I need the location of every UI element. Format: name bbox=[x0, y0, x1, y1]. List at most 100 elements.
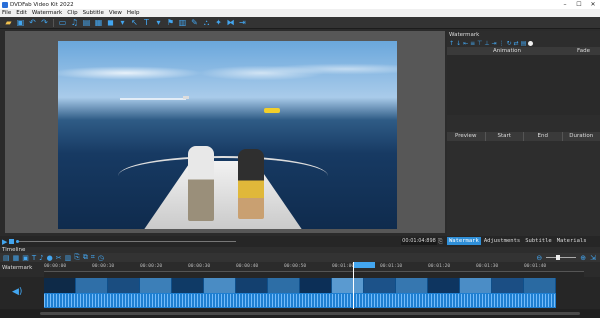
tab-watermark[interactable]: Watermark bbox=[447, 237, 481, 245]
column-animation: Animation bbox=[492, 48, 522, 54]
column-duration: Duration bbox=[561, 132, 600, 141]
menu-edit[interactable]: Edit bbox=[16, 10, 27, 16]
cursor-icon[interactable]: ↖ bbox=[130, 18, 139, 27]
tab-subtitle[interactable]: Subtitle bbox=[523, 237, 554, 245]
zoom-out-icon[interactable]: ⊖ bbox=[536, 254, 542, 262]
list-icon[interactable]: ▤ bbox=[3, 254, 10, 262]
app-logo-icon bbox=[2, 1, 8, 8]
seek-handle[interactable] bbox=[16, 240, 19, 243]
maximize-button[interactable]: ☐ bbox=[572, 0, 586, 9]
watermark-panel: Watermark ↑ ↓ ⇤ ≡ ⊤ ⊥ ⇥ ⋮ ↻ ⇄ ▤ Animatio… bbox=[447, 31, 600, 236]
menu-clip[interactable]: Clip bbox=[67, 10, 77, 16]
time-ruler[interactable]: 00:00:00 00:00:10 00:00:20 00:00:30 00:0… bbox=[44, 262, 584, 272]
playhead-line[interactable] bbox=[353, 262, 354, 310]
title-bar: DVDFab Video Kit 2022 – ☐ ✕ bbox=[0, 0, 600, 9]
image-icon[interactable]: ▣ bbox=[22, 254, 29, 262]
menu-watermark[interactable]: Watermark bbox=[32, 10, 62, 16]
align-left-icon[interactable]: ⇤ bbox=[463, 40, 468, 47]
video-frame[interactable] bbox=[58, 41, 397, 229]
menu-view[interactable]: View bbox=[109, 10, 122, 16]
video-clip[interactable] bbox=[44, 278, 556, 308]
distant-boat bbox=[183, 96, 189, 99]
add-video-icon[interactable]: ▭ bbox=[58, 18, 67, 27]
layer-icon[interactable]: ▤ bbox=[521, 40, 527, 47]
add-image-icon[interactable]: ▤ bbox=[82, 18, 91, 27]
menu-help[interactable]: Help bbox=[127, 10, 140, 16]
dropdown-arrow-icon-2[interactable]: ▾ bbox=[154, 18, 163, 27]
audio-icon[interactable]: ♪ bbox=[39, 254, 43, 262]
film-icon[interactable]: ▦ bbox=[13, 254, 20, 262]
menu-file[interactable]: File bbox=[2, 10, 11, 16]
add-music-icon[interactable]: ♫ bbox=[70, 18, 79, 27]
align-top-icon[interactable]: ⊤ bbox=[477, 40, 482, 47]
zoom-handle[interactable] bbox=[556, 255, 561, 260]
move-down-icon[interactable]: ↓ bbox=[456, 40, 461, 47]
tag-icon[interactable]: ⚑ bbox=[166, 18, 175, 27]
tick-label: 00:01:00 bbox=[332, 264, 355, 269]
column-start: Start bbox=[484, 132, 524, 141]
rotate-icon[interactable]: ↻ bbox=[507, 40, 512, 47]
save-icon[interactable]: ▣ bbox=[16, 18, 25, 27]
minimize-button[interactable]: – bbox=[558, 0, 572, 9]
color-picker-icon[interactable] bbox=[528, 40, 534, 46]
speed-icon[interactable]: ◷ bbox=[98, 254, 104, 262]
column-end: End bbox=[523, 132, 562, 141]
close-button[interactable]: ✕ bbox=[586, 0, 600, 9]
tick-label: 00:01:10 bbox=[380, 264, 403, 269]
tab-materials[interactable]: Materials bbox=[555, 237, 589, 245]
shapes-icon[interactable]: ⛬ bbox=[202, 18, 211, 27]
column-fade: Fade bbox=[577, 48, 590, 54]
scrollbar-thumb[interactable] bbox=[40, 312, 580, 315]
timeline-scrollbar[interactable] bbox=[0, 309, 600, 318]
timecode-display: 00:01:04:898 bbox=[401, 238, 437, 245]
animation-header: Animation Fade bbox=[447, 47, 600, 55]
text-tool-icon[interactable]: T bbox=[142, 18, 151, 27]
pen-icon[interactable]: ✎ bbox=[190, 18, 199, 27]
undo-icon[interactable]: ↶ bbox=[28, 18, 37, 27]
copy-icon[interactable]: ⎘ bbox=[74, 253, 80, 262]
crop-icon[interactable]: ⌗ bbox=[91, 253, 95, 262]
audio-waveform bbox=[44, 294, 556, 307]
tick-label: 00:00:20 bbox=[140, 264, 163, 269]
zoom-slider[interactable] bbox=[546, 255, 577, 260]
split-icon[interactable]: ⧉ bbox=[83, 253, 88, 262]
move-up-icon[interactable]: ↑ bbox=[449, 40, 454, 47]
panel-title: Watermark bbox=[449, 32, 480, 38]
animation-list[interactable] bbox=[447, 55, 600, 115]
effects-icon[interactable]: ✦ bbox=[214, 18, 223, 27]
export-icon[interactable]: ⇥ bbox=[238, 18, 247, 27]
mic-icon[interactable]: ● bbox=[47, 254, 53, 262]
menu-subtitle[interactable]: Subtitle bbox=[83, 10, 104, 16]
play-icon[interactable]: ▶ bbox=[2, 238, 7, 246]
transition-icon[interactable]: ⧓ bbox=[226, 18, 235, 27]
drone bbox=[264, 108, 280, 113]
stop-icon[interactable] bbox=[9, 239, 15, 244]
flip-icon[interactable]: ⇄ bbox=[514, 40, 519, 47]
tick-label: 00:00:10 bbox=[92, 264, 115, 269]
redo-icon[interactable]: ↷ bbox=[40, 18, 49, 27]
tick-label: 00:01:30 bbox=[476, 264, 499, 269]
timeline-ruler-row: Watermark 00:00:00 00:00:10 00:00:20 00:… bbox=[0, 262, 600, 272]
delete-icon[interactable]: ▥ bbox=[65, 254, 72, 262]
tick-label: 00:00:30 bbox=[188, 264, 211, 269]
distribute-icon[interactable]: ⋮ bbox=[499, 40, 505, 47]
fit-icon[interactable]: ⇲ bbox=[590, 254, 596, 262]
playhead-marker[interactable] bbox=[353, 262, 375, 268]
add-photo-icon[interactable]: ▦ bbox=[94, 18, 103, 27]
align-right-icon[interactable]: ⇥ bbox=[492, 40, 497, 47]
tab-adjustments[interactable]: Adjustments bbox=[482, 237, 522, 245]
zoom-in-icon[interactable]: ⊕ bbox=[580, 254, 586, 262]
speaker-icon[interactable]: ◀) bbox=[12, 287, 22, 297]
seek-bar[interactable] bbox=[16, 240, 236, 243]
transport-bar: ▶ 00:01:04:898 ⎘ Watermark Adjustments S… bbox=[0, 236, 600, 247]
image-overlay-icon[interactable]: ▥ bbox=[178, 18, 187, 27]
open-folder-icon[interactable]: ▰ bbox=[4, 18, 13, 27]
snapshot-icon[interactable]: ⎘ bbox=[438, 238, 443, 246]
record-camera-icon[interactable]: ◼ bbox=[106, 18, 115, 27]
tick-label: 00:00:50 bbox=[284, 264, 307, 269]
align-center-icon[interactable]: ≡ bbox=[470, 40, 475, 47]
dropdown-arrow-icon[interactable]: ▾ bbox=[118, 18, 127, 27]
cut-icon[interactable]: ✂ bbox=[56, 254, 62, 262]
align-bottom-icon[interactable]: ⊥ bbox=[484, 40, 489, 47]
text-icon[interactable]: T bbox=[32, 254, 36, 262]
